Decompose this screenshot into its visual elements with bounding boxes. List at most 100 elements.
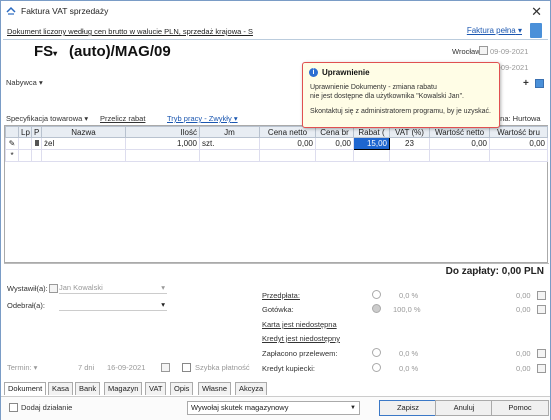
document-description[interactable]: Dokument liczony według cen brutto w wal… [7,27,253,36]
location-label: Wrocław [452,47,481,56]
calendar-icon[interactable] [161,363,170,372]
merchant-credit-radio[interactable] [372,363,381,372]
col-cena-brutto[interactable]: Cena br [315,126,354,138]
tooltip-line-2: nie jest dostępne dla użytkownika "Kowal… [310,93,464,100]
issued-by-field[interactable]: Jan Kowalski ▾ [59,283,167,294]
prepayment-link[interactable]: Przedpłata: [262,291,300,300]
cash-pct[interactable]: 100,0 % [393,305,421,314]
work-mode-dropdown[interactable]: Tryb pracy - Zwykły ▾ [167,114,238,123]
quick-payment-checkbox[interactable] [182,363,191,372]
col-wartosc-brutto[interactable]: Wartość bru [489,126,548,138]
transfer-radio[interactable] [372,348,381,357]
tab-magazyn[interactable]: Magazyn [104,382,143,395]
cell-lp[interactable] [18,137,32,150]
tab-akcyza[interactable]: Akcyza [235,382,268,395]
window-title: Faktura VAT sprzedaży [21,6,109,16]
col-jm[interactable]: Jm [199,126,260,138]
quick-payment-label: Szybka płatność [195,363,250,372]
due-days[interactable]: 7 dni [78,363,94,372]
received-by-label: Odebrał(a): [7,301,45,310]
issue-date[interactable]: 09-09-2021 [490,47,528,56]
cash-icon[interactable] [537,305,546,314]
recalculate-discount-link[interactable]: Przelicz rabat [100,114,145,123]
document-series[interactable]: FS▾ [34,43,57,60]
cell-cena-netto[interactable]: 0,00 [259,137,316,150]
table-row[interactable]: ✎ żel 1,000 szt. 0,00 0,00 15,00 23 0,00… [5,137,548,150]
col-nazwa[interactable]: Nazwa [41,126,126,138]
col-rabat[interactable]: Rabat ( [353,126,390,138]
info-icon: i [309,68,318,77]
tab-bank[interactable]: Bank [75,382,101,395]
close-icon[interactable]: ✕ [531,4,542,20]
price-type[interactable]: ena: Hurtowa [496,114,541,123]
add-action-label: Dodaj działanie [21,403,73,412]
new-row-icon: * [5,149,19,162]
prepayment-pct[interactable]: 0,0 % [399,291,418,300]
buyer-label[interactable]: Nabywca ▾ [6,78,43,87]
prepayment-radio[interactable] [372,290,381,299]
specification-dropdown[interactable]: Specyfikacja towarowa ▾ [6,114,88,123]
document-icon[interactable] [530,23,542,38]
cell-jm[interactable]: szt. [199,137,260,150]
total-due: Do zapłaty: 0,00 PLN [445,266,544,277]
merchant-credit-icon[interactable] [537,364,546,373]
item-type-icon [34,140,39,146]
due-date[interactable]: 16-09-2021 [107,363,145,372]
merchant-credit-label: Kredyt kupiecki: [262,364,315,373]
transfer-pct[interactable]: 0,0 % [399,349,418,358]
col-cena-netto[interactable]: Cena netto [259,126,316,138]
cancel-button[interactable]: Anuluj [435,400,493,416]
due-date-label[interactable]: Termin: ▾ [7,363,37,372]
col-lp[interactable]: Lp [18,126,32,138]
title-bar: Faktura VAT sprzedaży ✕ [1,1,550,21]
location-icon[interactable] [479,46,488,55]
cell-wartosc-netto[interactable]: 0,00 [429,137,490,150]
cell-wartosc-brutto[interactable]: 0,00 [489,137,548,150]
invoice-window: Faktura VAT sprzedaży ✕ Dokument liczony… [0,0,551,420]
col-p[interactable]: P [31,126,42,138]
tab-wlasne[interactable]: Własne [198,382,232,395]
credit-unavailable-link[interactable]: Kredyt jest niedostępny [262,334,340,343]
save-button[interactable]: Zapisz [379,400,437,416]
buyer-card-icon[interactable] [535,79,544,88]
tab-dokument[interactable]: Dokument [4,382,47,395]
cash-radio[interactable] [372,304,381,313]
help-button[interactable]: Pomoc [491,400,549,416]
cell-rabat[interactable]: 15,00 [353,137,390,150]
document-number[interactable]: (auto)/MAG/09 [69,43,171,60]
cash-label: Gotówka: [262,305,294,314]
transfer-amount[interactable]: 0,00 [516,349,531,358]
col-ilosc[interactable]: Ilość [125,126,200,138]
add-buyer-icon[interactable]: + [523,78,529,89]
warehouse-effect-select[interactable]: Wywołaj skutek magazynowy ▼ [187,401,360,415]
issued-by-label: Wystawił(a): [7,284,48,293]
new-row[interactable]: * [5,149,548,162]
col-wartosc-netto[interactable]: Wartość netto [429,126,490,138]
divider [4,263,549,264]
cell-vat[interactable]: 23 [389,137,430,150]
merchant-credit-pct[interactable]: 0,0 % [399,364,418,373]
cell-p[interactable] [31,137,42,150]
cell-ilosc[interactable]: 1,000 [125,137,200,150]
col-vat[interactable]: VAT (%) [389,126,430,138]
footer-bar: Dodaj działanie Wywołaj skutek magazynow… [1,396,550,420]
tooltip-line-3: Skontaktuj się z administratorem program… [310,108,491,115]
received-by-field[interactable]: ▾ [59,300,167,311]
prepayment-amount[interactable]: 0,00 [516,291,531,300]
tab-opis[interactable]: Opis [170,382,194,395]
invoice-type-dropdown[interactable]: Faktura pełna ▾ [467,26,522,35]
transfer-label: Zapłacono przelewem: [262,349,338,358]
add-action-checkbox[interactable] [9,403,18,412]
issuer-icon[interactable] [49,284,58,293]
tab-kasa[interactable]: Kasa [48,382,74,395]
transfer-icon[interactable] [537,349,546,358]
tab-vat[interactable]: VAT [145,382,167,395]
card-unavailable-link[interactable]: Karta jest niedostępna [262,320,337,329]
merchant-credit-amount[interactable]: 0,00 [516,364,531,373]
cash-amount[interactable]: 0,00 [516,305,531,314]
cell-cena-brutto[interactable]: 0,00 [315,137,354,150]
cell-nazwa[interactable]: żel [41,137,126,150]
edit-pencil-icon: ✎ [5,137,19,150]
app-icon [6,6,16,15]
prepayment-icon[interactable] [537,291,546,300]
